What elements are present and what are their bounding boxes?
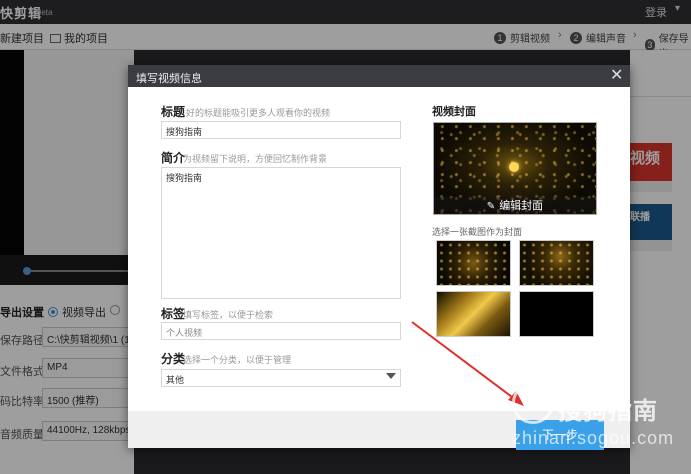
arrow-line (411, 321, 517, 401)
watermark-url: zhinan.sogou.com (512, 428, 675, 448)
watermark-brand: 搜狗指南 (558, 398, 658, 425)
watermark-logo-letter: S (523, 388, 540, 415)
